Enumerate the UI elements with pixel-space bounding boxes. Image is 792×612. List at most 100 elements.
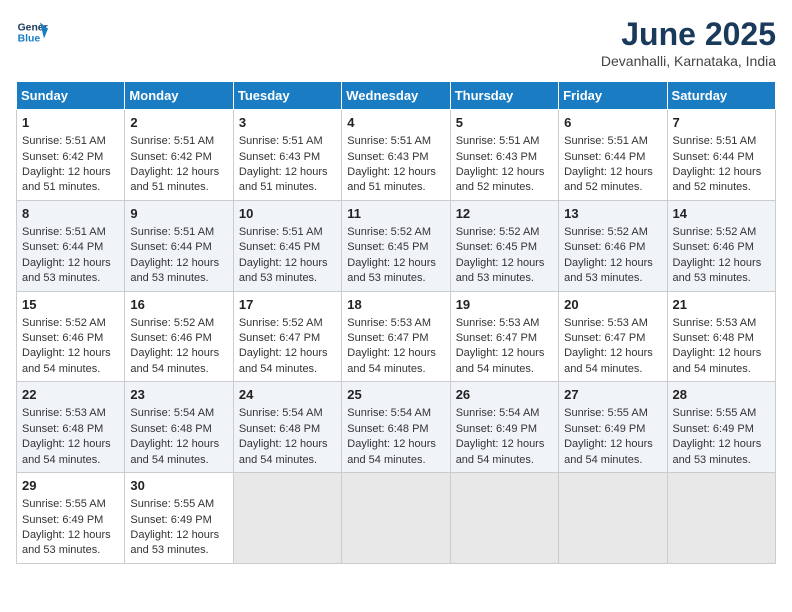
sunrise-label: Sunrise: 5:51 AM	[347, 135, 431, 147]
calendar-day-cell: 30 Sunrise: 5:55 AM Sunset: 6:49 PM Dayligh…	[125, 473, 233, 564]
day-number: 30	[130, 477, 227, 495]
sunrise-label: Sunrise: 5:53 AM	[456, 317, 540, 329]
day-number: 1	[22, 114, 119, 132]
calendar-day-cell: 8Sunrise: 5:51 AMSunset: 6:44 PMDaylight…	[17, 200, 125, 291]
daylight-label: Daylight: 12 hours and 54 minutes.	[456, 438, 545, 465]
calendar-day-cell	[559, 473, 667, 564]
sunset-label: Sunset: 6:46 PM	[564, 241, 645, 253]
day-number: 3	[239, 114, 336, 132]
day-number: 22	[22, 386, 119, 404]
calendar-day-cell: 1Sunrise: 5:51 AMSunset: 6:42 PMDaylight…	[17, 110, 125, 201]
sunrise-label: Sunrise: 5:51 AM	[456, 135, 540, 147]
sunset-label: Sunset: 6:43 PM	[239, 151, 320, 163]
day-number: 25	[347, 386, 444, 404]
day-number: 14	[673, 205, 770, 223]
sunrise-label: Sunrise: 5:53 AM	[347, 317, 431, 329]
day-number: 4	[347, 114, 444, 132]
calendar-week-row: 29 Sunrise: 5:55 AM Sunset: 6:49 PM Dayligh…	[17, 473, 776, 564]
sunset-label: Sunset: 6:45 PM	[239, 241, 320, 253]
calendar-day-cell: 9 Sunrise: 5:51 AM Sunset: 6:44 PM Daylight…	[125, 200, 233, 291]
daylight-label: Daylight: 12 hours and 52 minutes.	[673, 166, 762, 193]
calendar-day-cell: 29Sunrise: 5:55 AMSunset: 6:49 PMDayligh…	[17, 473, 125, 564]
sunset-label: Sunset: 6:45 PM	[456, 241, 537, 253]
calendar-day-cell: 21Sunrise: 5:53 AMSunset: 6:48 PMDayligh…	[667, 291, 775, 382]
sunset-label: Sunset: 6:49 PM	[456, 423, 537, 435]
calendar-day-cell	[450, 473, 558, 564]
sunrise-label: Sunrise: 5:54 AM	[456, 407, 540, 419]
sunset-label: Sunset: 6:49 PM	[564, 423, 645, 435]
daylight-label: Daylight: 12 hours and 53 minutes.	[347, 257, 436, 284]
sunset-label: Sunset: 6:46 PM	[130, 332, 211, 344]
day-number: 24	[239, 386, 336, 404]
daylight-label: Daylight: 12 hours and 53 minutes.	[130, 529, 219, 556]
logo-icon: General Blue	[16, 16, 48, 48]
sunrise-label: Sunrise: 5:55 AM	[130, 498, 214, 510]
day-number: 12	[456, 205, 553, 223]
col-monday: Monday	[125, 82, 233, 110]
daylight-label: Daylight: 12 hours and 53 minutes.	[456, 257, 545, 284]
calendar-day-cell: 25Sunrise: 5:54 AMSunset: 6:48 PMDayligh…	[342, 382, 450, 473]
day-number: 23	[130, 386, 227, 404]
sunset-label: Sunset: 6:44 PM	[130, 241, 211, 253]
col-tuesday: Tuesday	[233, 82, 341, 110]
sunset-label: Sunset: 6:47 PM	[564, 332, 645, 344]
svg-text:Blue: Blue	[18, 34, 41, 45]
day-number: 6	[564, 114, 661, 132]
calendar-day-cell: 11Sunrise: 5:52 AMSunset: 6:45 PMDayligh…	[342, 200, 450, 291]
sunset-label: Sunset: 6:49 PM	[130, 514, 211, 526]
title-block: June 2025 Devanhalli, Karnataka, India	[601, 16, 776, 69]
calendar-day-cell: 18Sunrise: 5:53 AMSunset: 6:47 PMDayligh…	[342, 291, 450, 382]
daylight-label: Daylight: 12 hours and 54 minutes.	[239, 438, 328, 465]
calendar-day-cell	[667, 473, 775, 564]
calendar-header-row: Sunday Monday Tuesday Wednesday Thursday…	[17, 82, 776, 110]
day-number: 15	[22, 296, 119, 314]
day-number: 20	[564, 296, 661, 314]
daylight-label: Daylight: 12 hours and 53 minutes.	[673, 438, 762, 465]
sunrise-label: Sunrise: 5:51 AM	[239, 226, 323, 238]
calendar-day-cell: 13Sunrise: 5:52 AMSunset: 6:46 PMDayligh…	[559, 200, 667, 291]
sunset-label: Sunset: 6:43 PM	[456, 151, 537, 163]
day-number: 10	[239, 205, 336, 223]
day-number: 2	[130, 114, 227, 132]
sunset-label: Sunset: 6:48 PM	[239, 423, 320, 435]
daylight-label: Daylight: 12 hours and 53 minutes.	[22, 529, 111, 556]
day-number: 11	[347, 205, 444, 223]
sunrise-label: Sunrise: 5:51 AM	[22, 226, 106, 238]
calendar-day-cell: 4Sunrise: 5:51 AMSunset: 6:43 PMDaylight…	[342, 110, 450, 201]
daylight-label: Daylight: 12 hours and 52 minutes.	[564, 166, 653, 193]
calendar-day-cell	[233, 473, 341, 564]
day-number: 9	[130, 205, 227, 223]
daylight-label: Daylight: 12 hours and 53 minutes.	[22, 257, 111, 284]
sunset-label: Sunset: 6:48 PM	[22, 423, 103, 435]
daylight-label: Daylight: 12 hours and 53 minutes.	[130, 257, 219, 284]
day-number: 17	[239, 296, 336, 314]
daylight-label: Daylight: 12 hours and 51 minutes.	[347, 166, 436, 193]
day-number: 29	[22, 477, 119, 495]
calendar-day-cell: 27Sunrise: 5:55 AMSunset: 6:49 PMDayligh…	[559, 382, 667, 473]
sunrise-label: Sunrise: 5:51 AM	[239, 135, 323, 147]
sunrise-label: Sunrise: 5:52 AM	[347, 226, 431, 238]
sunset-label: Sunset: 6:44 PM	[673, 151, 754, 163]
col-thursday: Thursday	[450, 82, 558, 110]
calendar-day-cell: 2Sunrise: 5:51 AMSunset: 6:42 PMDaylight…	[125, 110, 233, 201]
sunrise-label: Sunrise: 5:52 AM	[564, 226, 648, 238]
sunrise-label: Sunrise: 5:52 AM	[456, 226, 540, 238]
day-number: 8	[22, 205, 119, 223]
sunset-label: Sunset: 6:48 PM	[130, 423, 211, 435]
sunset-label: Sunset: 6:46 PM	[673, 241, 754, 253]
daylight-label: Daylight: 12 hours and 54 minutes.	[564, 347, 653, 374]
calendar-week-row: 8 Sunrise: 5:51 AM Sunset: 6:44 PM Daylight…	[17, 200, 776, 291]
calendar-day-cell: 7Sunrise: 5:51 AMSunset: 6:44 PMDaylight…	[667, 110, 775, 201]
daylight-label: Daylight: 12 hours and 52 minutes.	[456, 166, 545, 193]
sunrise-label: Sunrise: 5:54 AM	[347, 407, 431, 419]
sunrise-label: Sunrise: 5:51 AM	[130, 226, 214, 238]
calendar-table: Sunday Monday Tuesday Wednesday Thursday…	[16, 81, 776, 564]
day-number: 21	[673, 296, 770, 314]
sunset-label: Sunset: 6:44 PM	[564, 151, 645, 163]
sunrise-label: Sunrise: 5:54 AM	[239, 407, 323, 419]
calendar-day-cell: 15Sunrise: 5:52 AMSunset: 6:46 PMDayligh…	[17, 291, 125, 382]
daylight-label: Daylight: 12 hours and 51 minutes.	[239, 166, 328, 193]
calendar-day-cell: 3 Sunrise: 5:51 AM Sunset: 6:43 PM Daylight…	[233, 110, 341, 201]
sunrise-label: Sunrise: 5:52 AM	[22, 317, 106, 329]
sunset-label: Sunset: 6:49 PM	[673, 423, 754, 435]
